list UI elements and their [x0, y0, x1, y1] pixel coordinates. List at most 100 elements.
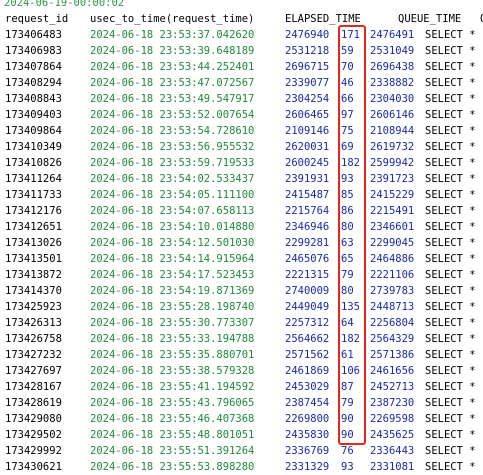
- cell-sql: SELECT *: [425, 205, 476, 217]
- cell-elapsed-time: 2620031: [285, 141, 330, 153]
- table-row[interactable]: 173429080 2024-06-18 23:55:46.407368 22698…: [0, 411, 483, 427]
- cell-elapsed-time: 2476940: [285, 29, 330, 41]
- cell-timestamp: 2024-06-18 23:54:10.014880: [90, 221, 255, 233]
- cell-queue-time: 2564329: [370, 333, 415, 345]
- table-row[interactable]: 173413026 2024-06-18 23:54:12.501030 22992…: [0, 235, 483, 251]
- cell-request-id: 173427232: [5, 349, 62, 361]
- cell-queue-value: 106: [341, 365, 360, 377]
- table-row[interactable]: 173412176 2024-06-18 23:54:07.658113 22157…: [0, 203, 483, 219]
- cell-queue-value: 86: [341, 205, 354, 217]
- cell-sql: SELECT *: [425, 285, 476, 297]
- table-row[interactable]: 173406483 2024-06-18 23:53:37.042620 24769…: [0, 27, 483, 43]
- cell-elapsed-time: 2299281: [285, 237, 330, 249]
- cell-request-id: 173425923: [5, 301, 62, 313]
- cell-timestamp: 2024-06-18 23:53:44.252401: [90, 61, 255, 73]
- cell-elapsed-time: 2531218: [285, 45, 330, 57]
- cell-timestamp: 2024-06-18 23:55:41.194592: [90, 381, 255, 393]
- table-row[interactable]: 173409864 2024-06-18 23:53:54.728610 21091…: [0, 123, 483, 139]
- cell-sql: SELECT *: [425, 333, 476, 345]
- cell-sql: SELECT *: [425, 125, 476, 137]
- cell-request-id: 173412651: [5, 221, 62, 233]
- cell-elapsed-time: 2215764: [285, 205, 330, 217]
- cell-request-id: 173430621: [5, 461, 62, 473]
- cell-queue-time: 2415229: [370, 189, 415, 201]
- cell-elapsed-time: 2304254: [285, 93, 330, 105]
- cell-request-id: 173406983: [5, 45, 62, 57]
- cell-queue-value: 80: [341, 221, 354, 233]
- header-elapsed-time[interactable]: ELAPSED_TIME: [285, 12, 361, 27]
- cell-sql: SELECT *: [425, 461, 476, 473]
- cell-queue-value: 69: [341, 141, 354, 153]
- table-row[interactable]: 173408843 2024-06-18 23:53:49.547917 23042…: [0, 91, 483, 107]
- cell-timestamp: 2024-06-18 23:54:05.111100: [90, 189, 255, 201]
- cell-queue-value: 87: [341, 381, 354, 393]
- cell-timestamp: 2024-06-18 23:54:17.523453: [90, 269, 255, 281]
- table-row[interactable]: 173413872 2024-06-18 23:54:17.523453 22213…: [0, 267, 483, 283]
- table-row[interactable]: 173407864 2024-06-18 23:53:44.252401 26967…: [0, 59, 483, 75]
- cell-sql: SELECT *: [425, 141, 476, 153]
- table-row[interactable]: 173427232 2024-06-18 23:55:35.880701 25715…: [0, 347, 483, 363]
- cell-queue-value: 65: [341, 253, 354, 265]
- cell-queue-time: 2606146: [370, 109, 415, 121]
- cell-timestamp: 2024-06-18 23:55:46.407368: [90, 413, 255, 425]
- cell-elapsed-time: 2461869: [285, 365, 330, 377]
- cell-request-id: 173428619: [5, 397, 62, 409]
- cell-sql: SELECT *: [425, 413, 476, 425]
- cell-queue-value: 66: [341, 93, 354, 105]
- table-row[interactable]: 173410826 2024-06-18 23:53:59.719533 26002…: [0, 155, 483, 171]
- table-row[interactable]: 173408294 2024-06-18 23:53:47.072567 23390…: [0, 75, 483, 91]
- table-row[interactable]: 173425923 2024-06-18 23:55:28.198740 24490…: [0, 299, 483, 315]
- cell-timestamp: 2024-06-18 23:53:52.007654: [90, 109, 255, 121]
- cell-elapsed-time: 2740009: [285, 285, 330, 297]
- table-row[interactable]: 173427697 2024-06-18 23:55:38.579328 24618…: [0, 363, 483, 379]
- cell-request-id: 173408294: [5, 77, 62, 89]
- cell-sql: SELECT *: [425, 317, 476, 329]
- table-row[interactable]: 173414370 2024-06-18 23:54:19.871369 27400…: [0, 283, 483, 299]
- cell-queue-time: 2108944: [370, 125, 415, 137]
- cell-request-id: 173427697: [5, 365, 62, 377]
- table-row[interactable]: 173411264 2024-06-18 23:54:02.533437 23919…: [0, 171, 483, 187]
- cell-elapsed-time: 2564662: [285, 333, 330, 345]
- header-request-id[interactable]: request_id: [5, 12, 68, 27]
- cell-sql: SELECT *: [425, 45, 476, 57]
- cell-timestamp: 2024-06-18 23:54:02.533437: [90, 173, 255, 185]
- cell-queue-time: 2531049: [370, 45, 415, 57]
- cell-elapsed-time: 2336769: [285, 445, 330, 457]
- table-row[interactable]: 173426313 2024-06-18 23:55:30.773307 22573…: [0, 315, 483, 331]
- cell-request-id: 173407864: [5, 61, 62, 73]
- table-row[interactable]: 173412651 2024-06-18 23:54:10.014880 23469…: [0, 219, 483, 235]
- cell-timestamp: 2024-06-18 23:54:07.658113: [90, 205, 255, 217]
- cell-sql: SELECT *: [425, 365, 476, 377]
- cell-queue-time: 2269598: [370, 413, 415, 425]
- cell-sql: SELECT *: [425, 29, 476, 41]
- cell-queue-value: 182: [341, 333, 360, 345]
- table-row[interactable]: 173406983 2024-06-18 23:53:39.648189 25312…: [0, 43, 483, 59]
- table-row[interactable]: 173409403 2024-06-18 23:53:52.007654 26064…: [0, 107, 483, 123]
- table-row[interactable]: 173411733 2024-06-18 23:54:05.111100 24154…: [0, 187, 483, 203]
- header-usec-to-time[interactable]: usec_to_time(request_time): [90, 12, 254, 27]
- cell-elapsed-time: 2109146: [285, 125, 330, 137]
- cell-request-id: 173410826: [5, 157, 62, 169]
- cell-timestamp: 2024-06-18 23:54:19.871369: [90, 285, 255, 297]
- cell-timestamp: 2024-06-18 23:55:30.773307: [90, 317, 255, 329]
- cell-elapsed-time: 2696715: [285, 61, 330, 73]
- cell-queue-time: 2571386: [370, 349, 415, 361]
- cell-queue-value: 61: [341, 349, 354, 361]
- table-row[interactable]: 173429502 2024-06-18 23:55:48.801051 24358…: [0, 427, 483, 443]
- table-row[interactable]: 173410349 2024-06-18 23:53:56.955532 26200…: [0, 139, 483, 155]
- cell-timestamp: 2024-06-18 23:55:48.801051: [90, 429, 255, 441]
- cell-timestamp: 2024-06-18 23:53:54.728610: [90, 125, 255, 137]
- cell-queue-value: 97: [341, 109, 354, 121]
- table-row[interactable]: 173428167 2024-06-18 23:55:41.194592 24530…: [0, 379, 483, 395]
- table-row[interactable]: 173430621 2024-06-18 23:55:53.898280 23313…: [0, 459, 483, 475]
- table-row[interactable]: 173428619 2024-06-18 23:55:43.796065 23874…: [0, 395, 483, 411]
- table-row[interactable]: 173429992 2024-06-18 23:55:51.391264 23367…: [0, 443, 483, 459]
- cell-elapsed-time: 2391931: [285, 173, 330, 185]
- cell-sql: SELECT *: [425, 109, 476, 121]
- cell-queue-value: 59: [341, 45, 354, 57]
- table-row[interactable]: 173426758 2024-06-18 23:55:33.194788 25646…: [0, 331, 483, 347]
- cell-elapsed-time: 2600245: [285, 157, 330, 169]
- table-row[interactable]: 173413501 2024-06-18 23:54:14.915964 24650…: [0, 251, 483, 267]
- header-queue-time[interactable]: QUEUE_TIME: [398, 12, 461, 27]
- cell-sql: SELECT *: [425, 61, 476, 73]
